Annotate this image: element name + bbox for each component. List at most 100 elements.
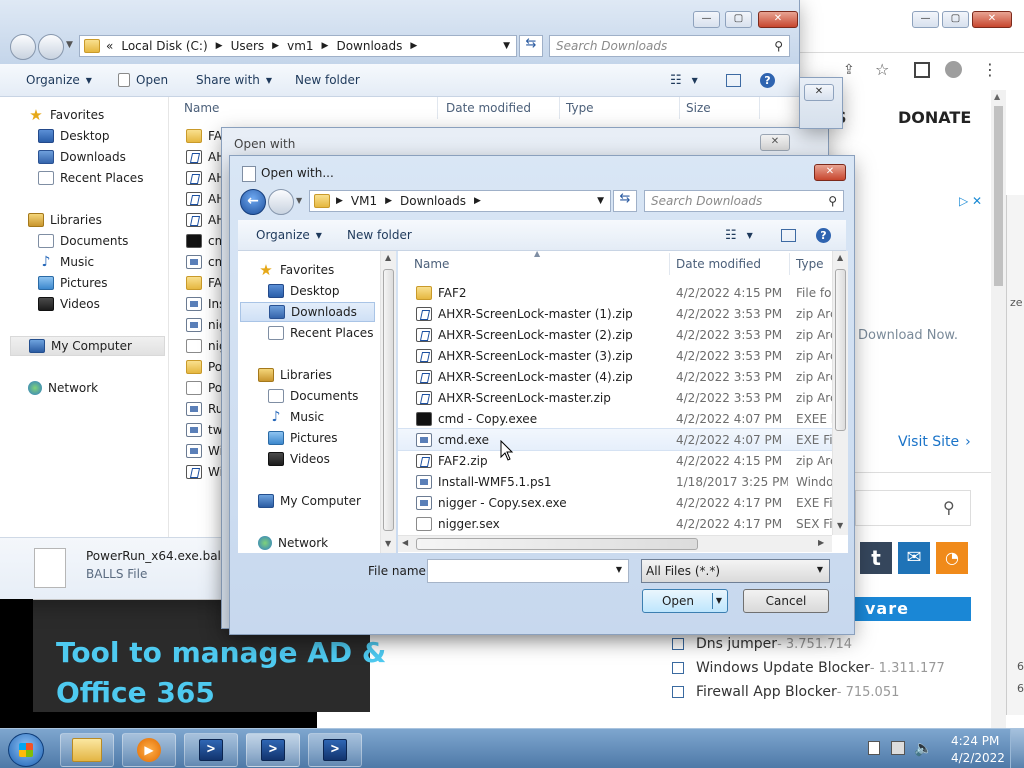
column-header-date[interactable]: Date modified [440,97,560,119]
open-button[interactable]: Open ▼ [642,589,728,613]
back-button[interactable] [10,34,36,60]
dialog-nav-scrollbar[interactable]: ▲ ▼ [380,251,396,553]
openwith-back-close-button[interactable]: ✕ [760,134,790,151]
new-folder-button[interactable]: New folder [295,64,360,96]
explorer-address-bar[interactable]: « Local Disk (C:) ▶ Users ▶ vm1 ▶ Downloads… [79,35,517,57]
dialog-list-hscrollbar[interactable]: ◀ ▶ [398,535,832,552]
rss-icon[interactable]: ◔ [936,542,968,574]
nav-music[interactable]: ♪ Music [38,252,95,272]
share-icon[interactable]: ⇪ [843,62,855,78]
open-button[interactable]: Open [118,64,168,96]
breadcrumb-vm1[interactable]: vm1 [287,39,313,53]
app-list-item[interactable]: Dns jumper - 3.751.714 [672,636,852,652]
dialog-nav-libraries[interactable]: Libraries [258,365,332,385]
dialog-nav-desktop[interactable]: Desktop [268,281,340,301]
recent-pages-chevron-icon[interactable]: ▼ [66,40,73,50]
nav-documents[interactable]: Documents [38,231,128,251]
dialog-column-header-name[interactable]: Name [408,253,670,275]
file-list-item[interactable]: AHXR-ScreenLock-master (3).zip 4/2/2022 3… [398,345,848,366]
tumblr-icon[interactable]: t [860,542,892,574]
donate-link[interactable]: DONATE [898,108,971,127]
nav-recent-places[interactable]: Recent Places [38,168,143,188]
taskbar-powershell-3-button[interactable]: > [308,733,362,767]
file-list-item[interactable]: AHXR-ScreenLock-master (4).zip 4/2/2022 3… [398,366,848,387]
start-button[interactable] [8,733,44,767]
dialog-nav-music[interactable]: ♪ Music [268,407,325,427]
file-list-item[interactable]: cmd - Copy.exee 4/2/2022 4:07 PM EXEE F [398,408,848,429]
breadcrumb-downloads[interactable]: Downloads [336,39,402,53]
taskbar-powershell-1-button[interactable]: > [184,733,238,767]
file-list-item[interactable]: AHXR-ScreenLock-master (1).zip 4/2/2022 3… [398,303,848,324]
share-with-button[interactable]: Share with ▼ [196,64,272,96]
file-list-item[interactable]: nigger.sex 4/2/2022 4:17 PM SEX Fil [398,513,848,534]
refresh-button[interactable]: ⇆ [519,35,543,57]
forward-button[interactable] [38,34,64,60]
help-icon[interactable]: ? [760,64,775,96]
file-list-item[interactable]: cmd.exe 4/2/2022 4:07 PM EXE Fil [398,428,848,451]
dialog-column-header-date[interactable]: Date modified [670,253,790,275]
filename-input[interactable]: ▼ [427,559,629,583]
scroll-up-icon[interactable]: ▲ [385,253,391,262]
filename-dropdown-icon[interactable]: ▼ [616,565,622,574]
scroll-left-icon[interactable]: ◀ [402,538,408,547]
dialog-nav-network[interactable]: Network [258,533,328,553]
tray-volume-icon[interactable]: 🔈 [914,739,933,757]
tray-network-icon[interactable] [891,741,905,755]
breadcrumb-local-disk[interactable]: Local Disk (C:) [121,39,207,53]
bookmark-star-icon[interactable]: ☆ [875,60,889,79]
cancel-button[interactable]: Cancel [743,589,829,613]
dialog-close-button[interactable]: ✕ [814,164,846,181]
organize-button[interactable]: Organize ▼ [26,64,92,96]
taskbar-powershell-2-button[interactable]: > [246,733,300,767]
file-list-item[interactable]: AHXR-ScreenLock-master.zip 4/2/2022 3:53 … [398,387,848,408]
dialog-nav-my-computer[interactable]: My Computer [258,491,361,511]
nav-favorites[interactable]: ★ Favorites [28,105,104,125]
file-list-item[interactable]: nigger - Copy.sex.exe 4/2/2022 4:17 PM EXE… [398,492,848,513]
dialog-forward-button[interactable] [268,189,294,215]
nav-downloads[interactable]: Downloads [38,147,126,167]
dialog-search-input[interactable]: Search Downloads ⚲ [644,190,844,212]
mail-icon[interactable]: ✉ [898,542,930,574]
app-list-item[interactable]: Windows Update Blocker - 1.311.177 [672,660,945,676]
browser-menu-icon[interactable]: ⋮ [982,60,998,79]
nav-videos[interactable]: Videos [38,294,100,314]
address-dropdown-icon[interactable]: ▼ [597,196,604,206]
hidden-dialog-close-button[interactable]: ✕ [804,84,834,101]
browser-vscroll-thumb[interactable] [994,106,1003,286]
browser-minimize-button[interactable]: — [912,11,939,28]
address-dropdown-icon[interactable]: ▼ [503,41,510,51]
dialog-list-hscroll-thumb[interactable] [416,538,698,550]
file-list-item[interactable]: FAF2 4/2/2022 4:15 PM File fol [398,282,848,303]
file-list-item[interactable]: Install-WMF5.1.ps1 1/18/2017 3:25 PM Windo [398,471,848,492]
explorer-minimize-button[interactable]: — [693,11,720,28]
tray-clock-date[interactable]: 4/2/2022 [951,751,1005,765]
explorer-close-button[interactable]: ✕ [758,11,798,28]
dialog-new-folder-button[interactable]: New folder [347,220,412,250]
tray-action-center-icon[interactable] [868,741,880,755]
view-options-icon[interactable]: ☷ ▼ [670,64,698,96]
dialog-address-bar[interactable]: ▶ VM1 ▶ Downloads ▶ ▼ [309,190,611,212]
scroll-down-icon[interactable]: ▼ [385,539,391,548]
column-header-type[interactable]: Type [560,97,680,119]
dialog-back-button[interactable]: ← [240,189,266,215]
dialog-help-icon[interactable]: ? [816,220,831,250]
dialog-nav-pictures[interactable]: Pictures [268,428,338,448]
dialog-nav-recent-places[interactable]: Recent Places [268,323,373,343]
browser-close-button[interactable]: ✕ [972,11,1012,28]
nav-desktop[interactable]: Desktop [38,126,110,146]
dialog-nav-downloads[interactable]: Downloads [240,302,375,322]
open-split-dropdown-icon[interactable]: ▼ [712,593,725,609]
file-type-filter-select[interactable]: All Files (*.*) ▼ [641,559,830,583]
breadcrumb-users[interactable]: Users [231,39,265,53]
dialog-nav-documents[interactable]: Documents [268,386,358,406]
breadcrumb-overflow[interactable]: « [106,39,113,53]
browser-maximize-button[interactable]: ▢ [942,11,969,28]
scroll-down-icon[interactable]: ▼ [837,521,843,530]
dialog-nav-videos[interactable]: Videos [268,449,330,469]
breadcrumb-downloads[interactable]: Downloads [400,194,466,208]
app-list-item[interactable]: Firewall App Blocker - 715.051 [672,684,899,700]
dialog-organize-button[interactable]: Organize ▼ [256,220,322,250]
show-desktop-button[interactable] [1010,729,1024,768]
breadcrumb-vm1[interactable]: VM1 [351,194,377,208]
taskbar-media-player-button[interactable]: ▶ [122,733,176,767]
